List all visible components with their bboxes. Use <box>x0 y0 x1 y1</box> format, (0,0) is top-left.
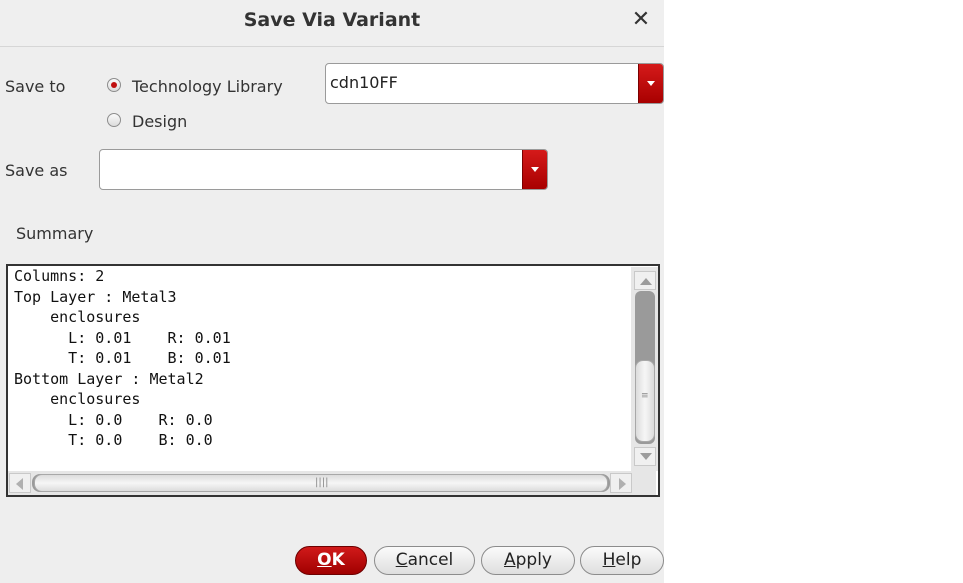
radio-technology-library-label[interactable]: Technology Library <box>132 77 283 96</box>
vertical-scroll-thumb[interactable]: ≡ <box>635 360 655 442</box>
scroll-right-button[interactable] <box>610 473 632 493</box>
ok-button[interactable]: OK <box>295 546 367 575</box>
summary-text-area[interactable]: Columns: 2 Top Layer : Metal3 enclosures… <box>6 264 660 497</box>
chevron-down-icon[interactable] <box>522 150 547 189</box>
save-as-combo[interactable] <box>99 149 548 190</box>
cancel-button[interactable]: Cancel <box>374 546 475 575</box>
arrow-up-icon <box>640 278 652 285</box>
save-to-label: Save to <box>5 77 66 96</box>
ok-button-mnemonic: O <box>317 550 332 570</box>
radio-design-label[interactable]: Design <box>132 112 187 131</box>
arrow-left-icon <box>16 478 23 490</box>
apply-button-mnemonic: A <box>503 550 516 570</box>
dialog-title: Save Via Variant <box>243 9 421 31</box>
grip-icon: ≡ <box>641 391 649 401</box>
summary-text: Columns: 2 Top Layer : Metal3 enclosures… <box>14 267 231 449</box>
scroll-down-button[interactable] <box>634 447 656 466</box>
help-button-mnemonic: H <box>602 550 616 570</box>
save-via-variant-dialog: Save Via Variant ✕ Save to Technology Li… <box>0 0 664 583</box>
grip-icon: |||| <box>315 477 329 488</box>
library-select-value: cdn10FF <box>330 73 398 92</box>
cancel-button-mnemonic: C <box>395 550 408 570</box>
save-as-label: Save as <box>5 161 68 180</box>
help-button[interactable]: Help <box>580 546 664 575</box>
chevron-down-icon[interactable] <box>638 64 663 103</box>
arrow-right-icon <box>619 478 626 490</box>
radio-design[interactable] <box>107 113 121 127</box>
horizontal-scroll-thumb[interactable]: |||| <box>34 474 608 492</box>
arrow-down-icon <box>640 453 652 460</box>
scroll-up-button[interactable] <box>634 271 656 290</box>
vertical-scrollbar[interactable]: ≡ <box>631 267 658 471</box>
cancel-button-label: ancel <box>407 550 454 570</box>
help-button-label: elp <box>615 550 642 570</box>
radio-technology-library[interactable] <box>107 78 121 92</box>
summary-label: Summary <box>16 224 94 243</box>
apply-button[interactable]: Apply <box>481 546 575 575</box>
library-select[interactable]: cdn10FF <box>325 63 664 104</box>
apply-button-label: pply <box>515 550 552 570</box>
horizontal-scrollbar[interactable]: |||| <box>8 471 656 495</box>
scroll-left-button[interactable] <box>9 473 31 493</box>
ok-button-label: K <box>331 550 345 570</box>
title-bar: Save Via Variant ✕ <box>0 0 664 47</box>
close-icon[interactable]: ✕ <box>628 6 654 34</box>
